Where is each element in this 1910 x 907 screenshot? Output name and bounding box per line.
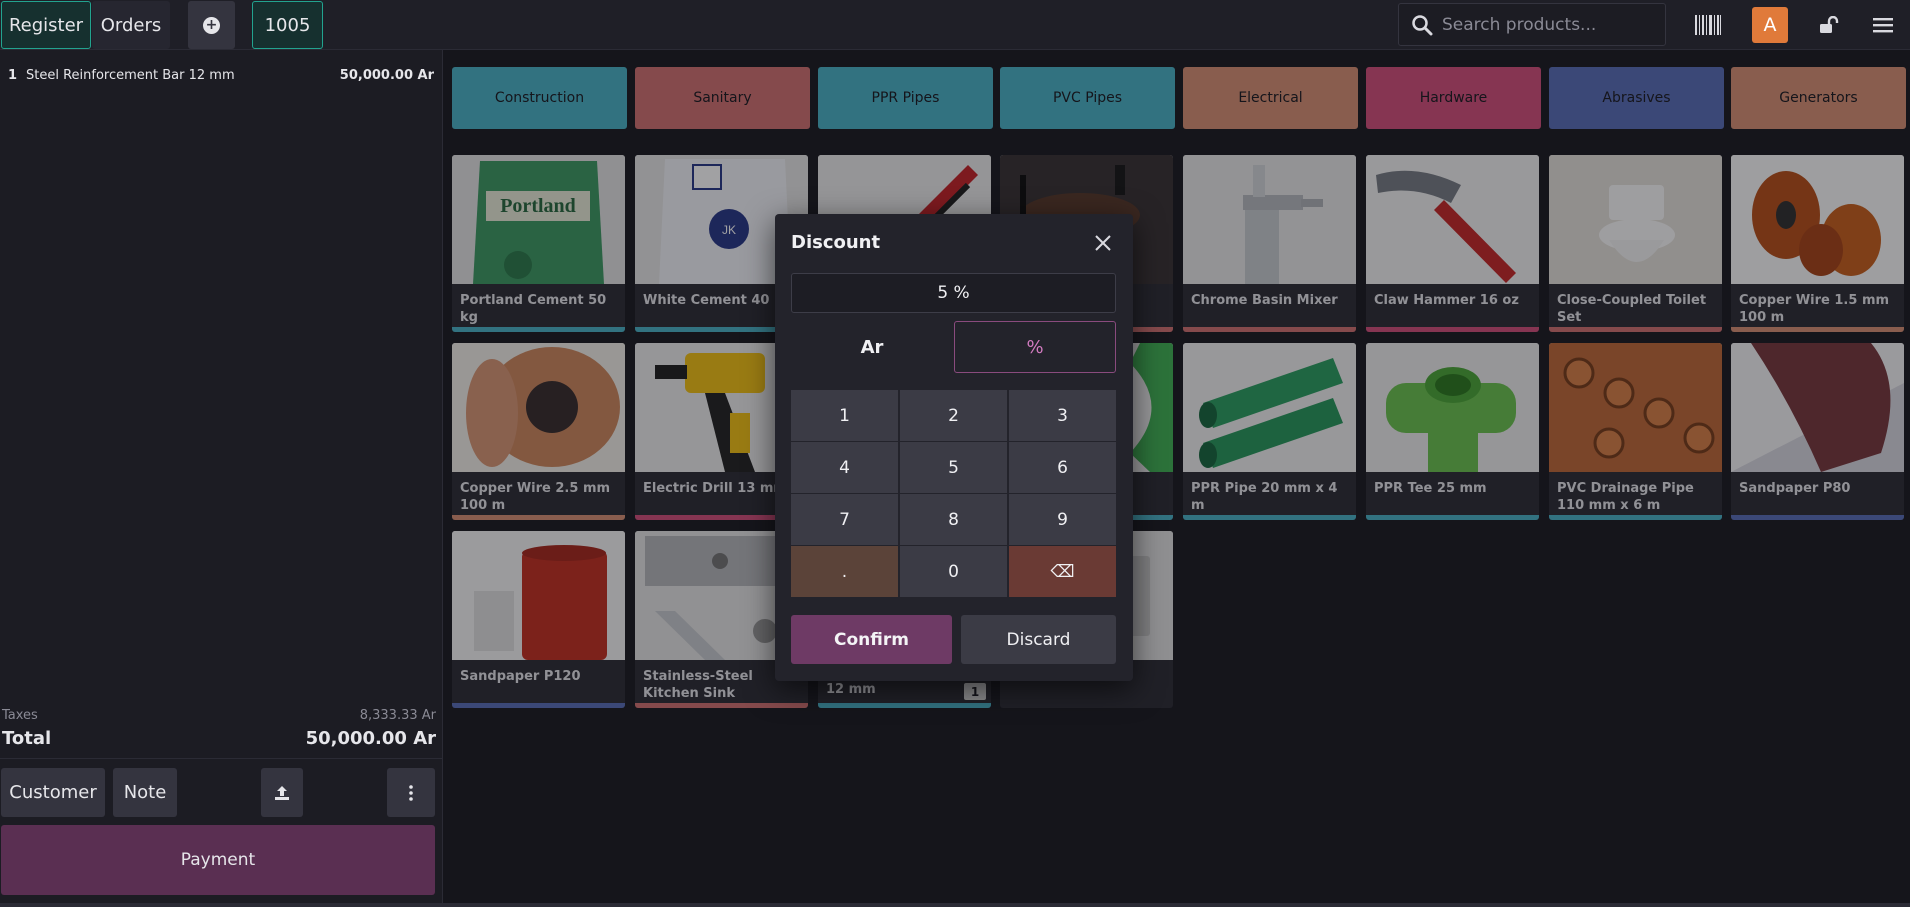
numpad-key-1[interactable]: 1 xyxy=(791,390,898,441)
numpad-key-7[interactable]: 7 xyxy=(791,494,898,545)
panel-divider xyxy=(0,758,443,759)
top-navbar: Register Orders + 1005 A xyxy=(0,0,1910,50)
numpad-backspace-icon[interactable]: ⌫ xyxy=(1009,546,1116,597)
upload-icon xyxy=(275,785,289,800)
more-actions-button[interactable] xyxy=(387,768,435,817)
send-order-button[interactable] xyxy=(261,768,303,817)
orders-tab[interactable]: Orders xyxy=(92,1,170,49)
search-input[interactable] xyxy=(1442,14,1662,35)
order-line-name: Steel Reinforcement Bar 12 mm xyxy=(26,68,235,83)
customer-button[interactable]: Customer xyxy=(1,768,105,817)
payment-button[interactable]: Payment xyxy=(1,825,435,895)
bottom-edge xyxy=(0,903,1910,907)
search-icon xyxy=(1412,14,1433,35)
numpad-key-4[interactable]: 4 xyxy=(791,442,898,493)
search-box xyxy=(1398,3,1666,46)
order-line-qty: 1 xyxy=(8,68,18,83)
total-row: Total 50,000.00 Ar xyxy=(2,728,436,749)
confirm-button[interactable]: Confirm xyxy=(791,615,952,664)
numpad-key-3[interactable]: 3 xyxy=(1009,390,1116,441)
numpad-key-8[interactable]: 8 xyxy=(900,494,1007,545)
mode-percentage-button[interactable]: % xyxy=(954,321,1116,373)
total-value: 50,000.00 Ar xyxy=(305,728,436,749)
vertical-dots-icon xyxy=(409,784,413,801)
numpad-key-9[interactable]: 9 xyxy=(1009,494,1116,545)
register-tab[interactable]: Register xyxy=(1,1,91,49)
new-order-button[interactable]: + xyxy=(188,1,235,49)
main-menu-button[interactable] xyxy=(1871,6,1895,44)
numpad-key-0[interactable]: 0 xyxy=(900,546,1007,597)
barcode-scanner-button[interactable] xyxy=(1694,6,1722,44)
discount-value-display[interactable]: 5 % xyxy=(791,273,1116,313)
numpad-key-decimal[interactable]: . xyxy=(791,546,898,597)
user-avatar[interactable]: A xyxy=(1752,7,1788,43)
close-icon xyxy=(1095,235,1111,251)
numpad-key-5[interactable]: 5 xyxy=(900,442,1007,493)
hamburger-menu-icon xyxy=(1873,18,1893,33)
order-panel: 1 Steel Reinforcement Bar 12 mm 50,000.0… xyxy=(0,50,443,907)
modal-backdrop[interactable] xyxy=(443,50,1910,907)
barcode-icon xyxy=(1695,15,1721,35)
order-line-price: 50,000.00 Ar xyxy=(339,68,434,83)
total-label: Total xyxy=(2,728,52,749)
discard-button[interactable]: Discard xyxy=(961,615,1116,664)
unlock-icon xyxy=(1820,16,1839,33)
note-button[interactable]: Note xyxy=(113,768,177,817)
taxes-row: Taxes 8,333.33 Ar xyxy=(2,708,436,723)
numpad-key-2[interactable]: 2 xyxy=(900,390,1007,441)
lock-button[interactable] xyxy=(1817,6,1841,44)
order-line[interactable]: 1 Steel Reinforcement Bar 12 mm 50,000.0… xyxy=(8,68,434,83)
dialog-title: Discount xyxy=(791,232,881,253)
numpad: 1 2 3 4 5 6 7 8 9 . 0 ⌫ xyxy=(791,390,1116,597)
close-dialog-button[interactable] xyxy=(1092,232,1114,254)
plus-circle-icon: + xyxy=(203,16,220,34)
current-order-tab[interactable]: 1005 xyxy=(252,1,323,49)
taxes-value: 8,333.33 Ar xyxy=(359,708,436,723)
numpad-key-6[interactable]: 6 xyxy=(1009,442,1116,493)
discount-dialog: Discount 5 % Ar % 1 2 3 4 5 6 7 8 9 . 0 … xyxy=(775,214,1133,681)
taxes-label: Taxes xyxy=(2,708,38,723)
mode-fixed-amount-button[interactable]: Ar xyxy=(791,321,953,373)
